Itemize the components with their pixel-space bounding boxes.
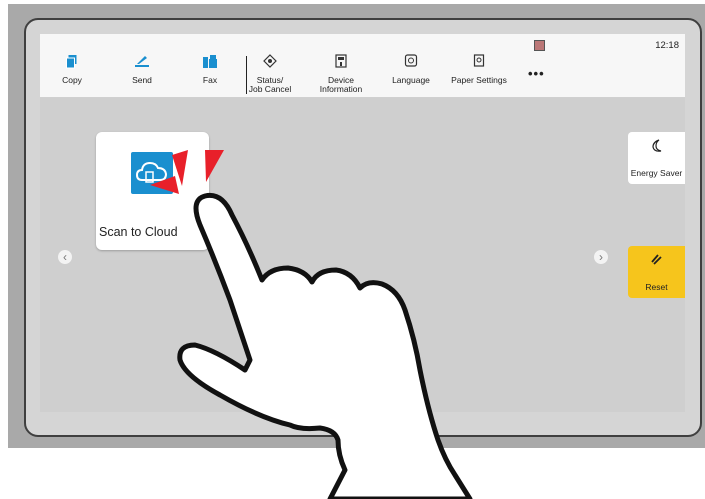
language-button[interactable]: Language	[389, 34, 433, 97]
scan-to-cloud-tile[interactable]: Scan to Cloud	[96, 132, 209, 250]
reset-label: Reset	[645, 282, 668, 292]
chevron-right-icon: ›	[599, 250, 603, 264]
paper-settings-icon	[473, 54, 485, 67]
fax-icon	[203, 55, 217, 68]
paper-settings-label: Paper Settings	[451, 75, 507, 85]
reset-button[interactable]: Reset	[628, 246, 685, 298]
chevron-left-icon: ‹	[63, 250, 67, 264]
reset-icon	[650, 254, 662, 265]
copy-button[interactable]: Copy	[57, 34, 87, 97]
next-page-button[interactable]: ›	[593, 249, 609, 265]
send-button[interactable]: Send	[122, 34, 162, 97]
touch-screen: Copy Send Fax Status/ Job Cancel Device …	[40, 34, 685, 412]
status-icon	[263, 54, 277, 68]
energy-saver-button[interactable]: Energy Saver	[628, 132, 685, 184]
paper-settings-button[interactable]: Paper Settings	[446, 34, 512, 97]
language-icon	[404, 54, 418, 67]
scan-to-cloud-label: Scan to Cloud	[99, 225, 178, 239]
language-label: Language	[392, 75, 430, 85]
device-info-icon	[335, 54, 347, 68]
more-button[interactable]: •••	[528, 66, 545, 81]
device-information-button[interactable]: Device Information	[316, 34, 366, 97]
status-indicator-icon	[534, 40, 545, 51]
top-toolbar: Copy Send Fax Status/ Job Cancel Device …	[40, 34, 685, 98]
send-icon	[135, 56, 149, 67]
fax-label: Fax	[202, 75, 218, 85]
scan-to-cloud-icon	[131, 152, 173, 194]
energy-saver-label: Energy Saver	[630, 168, 683, 178]
clock: 12:18	[655, 40, 679, 51]
prev-page-button[interactable]: ‹	[57, 249, 73, 265]
status-label-line2: Job Cancel	[248, 84, 292, 94]
copy-icon	[66, 55, 77, 69]
copy-label: Copy	[62, 75, 82, 85]
device-label-line2: Information	[319, 84, 363, 94]
moon-icon	[651, 139, 661, 152]
fax-button[interactable]: Fax	[195, 34, 225, 97]
send-label: Send	[132, 75, 152, 85]
status-job-cancel-button[interactable]: Status/ Job Cancel	[246, 34, 294, 97]
